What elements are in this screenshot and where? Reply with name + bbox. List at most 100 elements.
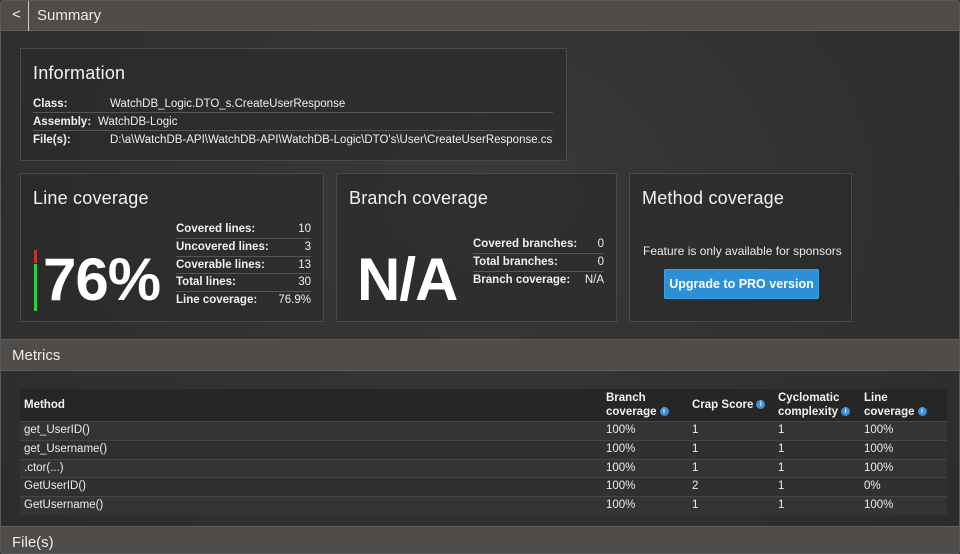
- stat-row: Total branches: 0: [473, 254, 604, 272]
- line-cell: 100%: [860, 421, 947, 441]
- column-method-label: Method: [24, 399, 65, 411]
- table-row: .ctor(...) 100% 1 1 100%: [20, 458, 947, 478]
- stat-label: Covered lines:: [176, 223, 256, 235]
- cyclo-cell: 1: [774, 496, 860, 515]
- information-card: Information Class: WatchDB_Logic.DTO_s.C…: [20, 48, 567, 161]
- uncovered-bar: [34, 250, 37, 263]
- assembly-row: Assembly: WatchDB-Logic: [33, 113, 553, 131]
- branch-cell: 100%: [602, 458, 688, 478]
- files-row: File(s): D:\a\WatchDB-API\WatchDB-API\Wa…: [33, 131, 553, 149]
- line-coverage-card: Line coverage 76% Covered lines: 10 Unco…: [20, 173, 324, 322]
- column-label: Cyclomatic: [778, 392, 840, 404]
- line-coverage-title: Line coverage: [33, 188, 149, 208]
- stat-label: Total lines:: [176, 276, 236, 289]
- stat-value: 30: [298, 276, 311, 289]
- metrics-header-row: Method Branch coverage i Crap Score i Cycl…: [20, 389, 947, 422]
- stat-value: 10: [298, 223, 311, 235]
- stat-label: Covered branches:: [473, 238, 578, 250]
- method-coverage-card: Method coverage Feature is only availabl…: [629, 173, 852, 322]
- crap-cell: 2: [688, 477, 774, 497]
- table-row: get_Username() 100% 1 1 100%: [20, 439, 947, 460]
- info-icon[interactable]: i: [659, 407, 669, 417]
- files-section-header[interactable]: File(s): [1, 526, 959, 553]
- stat-label: Coverable lines:: [176, 258, 265, 271]
- metrics-table: Method Branch coverage i Crap Score i Cycl…: [20, 389, 947, 515]
- assembly-label: Assembly:: [33, 116, 92, 128]
- branch-cell: 100%: [602, 496, 688, 515]
- column-label: Crap Score: [692, 399, 754, 411]
- stat-label: Line coverage:: [176, 294, 258, 307]
- info-icon[interactable]: i: [756, 400, 766, 410]
- stat-row: Coverable lines: 13: [176, 257, 311, 275]
- line-cell: 0%: [860, 477, 947, 497]
- table-row: get_UserID() 100% 1 1 100%: [20, 421, 947, 441]
- method-cell[interactable]: get_UserID(): [20, 421, 602, 441]
- column-label: coverage: [606, 406, 657, 418]
- stat-value: 3: [304, 240, 311, 253]
- line-coverage-stats: Covered lines: 10 Uncovered lines: 3 Cov…: [176, 221, 311, 310]
- top-bar: < Summary: [1, 1, 959, 31]
- line-cell: 100%: [860, 439, 947, 460]
- column-label: complexity: [778, 406, 839, 418]
- cyclo-cell: 1: [774, 439, 860, 460]
- column-label: Branch: [606, 392, 646, 404]
- stat-value: 13: [298, 258, 311, 271]
- column-label: Line: [864, 392, 888, 404]
- files-title: File(s): [12, 534, 54, 551]
- cyclo-cell: 1: [774, 458, 860, 478]
- column-method[interactable]: Method: [20, 389, 602, 422]
- crap-cell: 1: [688, 439, 774, 460]
- stat-row: Line coverage: 76.9%: [176, 292, 311, 310]
- branch-cell: 100%: [602, 439, 688, 460]
- stat-row: Branch coverage: N/A: [473, 272, 604, 290]
- cyclo-cell: 1: [774, 421, 860, 441]
- crap-cell: 1: [688, 496, 774, 515]
- cyclo-cell: 1: [774, 477, 860, 497]
- column-branch-coverage[interactable]: Branch coverage i: [602, 389, 688, 422]
- back-button[interactable]: <: [5, 1, 29, 31]
- stat-value: 0: [597, 255, 604, 268]
- files-label: File(s):: [33, 134, 71, 146]
- column-line-coverage[interactable]: Line coverage i: [860, 389, 947, 422]
- stat-row: Covered branches: 0: [473, 236, 604, 254]
- column-crap-score[interactable]: Crap Score i: [688, 389, 774, 422]
- stat-value: 0: [597, 238, 604, 250]
- branch-coverage-card: Branch coverage N/A Covered branches: 0 …: [336, 173, 617, 322]
- crap-cell: 1: [688, 458, 774, 478]
- branch-cell: 100%: [602, 421, 688, 441]
- column-cyclomatic-complexity[interactable]: Cyclomatic complexity i: [774, 389, 860, 422]
- sponsor-note: Feature is only available for sponsors: [643, 244, 842, 258]
- stat-label: Branch coverage:: [473, 273, 571, 286]
- stat-label: Uncovered lines:: [176, 240, 269, 253]
- class-value: WatchDB_Logic.DTO_s.CreateUserResponse: [110, 98, 346, 110]
- method-cell[interactable]: GetUserID(): [20, 477, 602, 497]
- metrics-section-header: Metrics: [1, 339, 959, 371]
- information-title: Information: [33, 63, 126, 83]
- stat-value: 76.9%: [278, 294, 311, 307]
- column-label: coverage: [864, 406, 915, 418]
- upgrade-pro-button[interactable]: Upgrade to PRO version: [664, 269, 819, 299]
- stat-label: Total branches:: [473, 255, 558, 268]
- crap-cell: 1: [688, 421, 774, 441]
- branch-coverage-value: N/A: [357, 246, 458, 313]
- report-window: < Summary Information Class: WatchDB_Log…: [0, 0, 960, 554]
- branch-cell: 100%: [602, 477, 688, 497]
- branch-coverage-title: Branch coverage: [349, 188, 489, 208]
- method-coverage-title: Method coverage: [642, 188, 785, 208]
- method-cell[interactable]: get_Username(): [20, 439, 602, 460]
- table-row: GetUsername() 100% 1 1 100%: [20, 496, 947, 515]
- class-row: Class: WatchDB_Logic.DTO_s.CreateUserRes…: [33, 95, 553, 113]
- metrics-title: Metrics: [12, 347, 61, 364]
- method-cell[interactable]: .ctor(...): [20, 458, 602, 478]
- method-cell[interactable]: GetUsername(): [20, 496, 602, 515]
- stat-row: Total lines: 30: [176, 274, 311, 293]
- stat-row: Uncovered lines: 3: [176, 239, 311, 257]
- covered-bar: [34, 264, 37, 311]
- stat-row: Covered lines: 10: [176, 221, 311, 239]
- stat-value: N/A: [584, 273, 604, 286]
- info-icon[interactable]: i: [841, 407, 851, 417]
- table-row: GetUserID() 100% 2 1 0%: [20, 477, 947, 497]
- line-coverage-percent: 76%: [43, 246, 161, 313]
- line-cell: 100%: [860, 496, 947, 515]
- info-icon[interactable]: i: [917, 407, 927, 417]
